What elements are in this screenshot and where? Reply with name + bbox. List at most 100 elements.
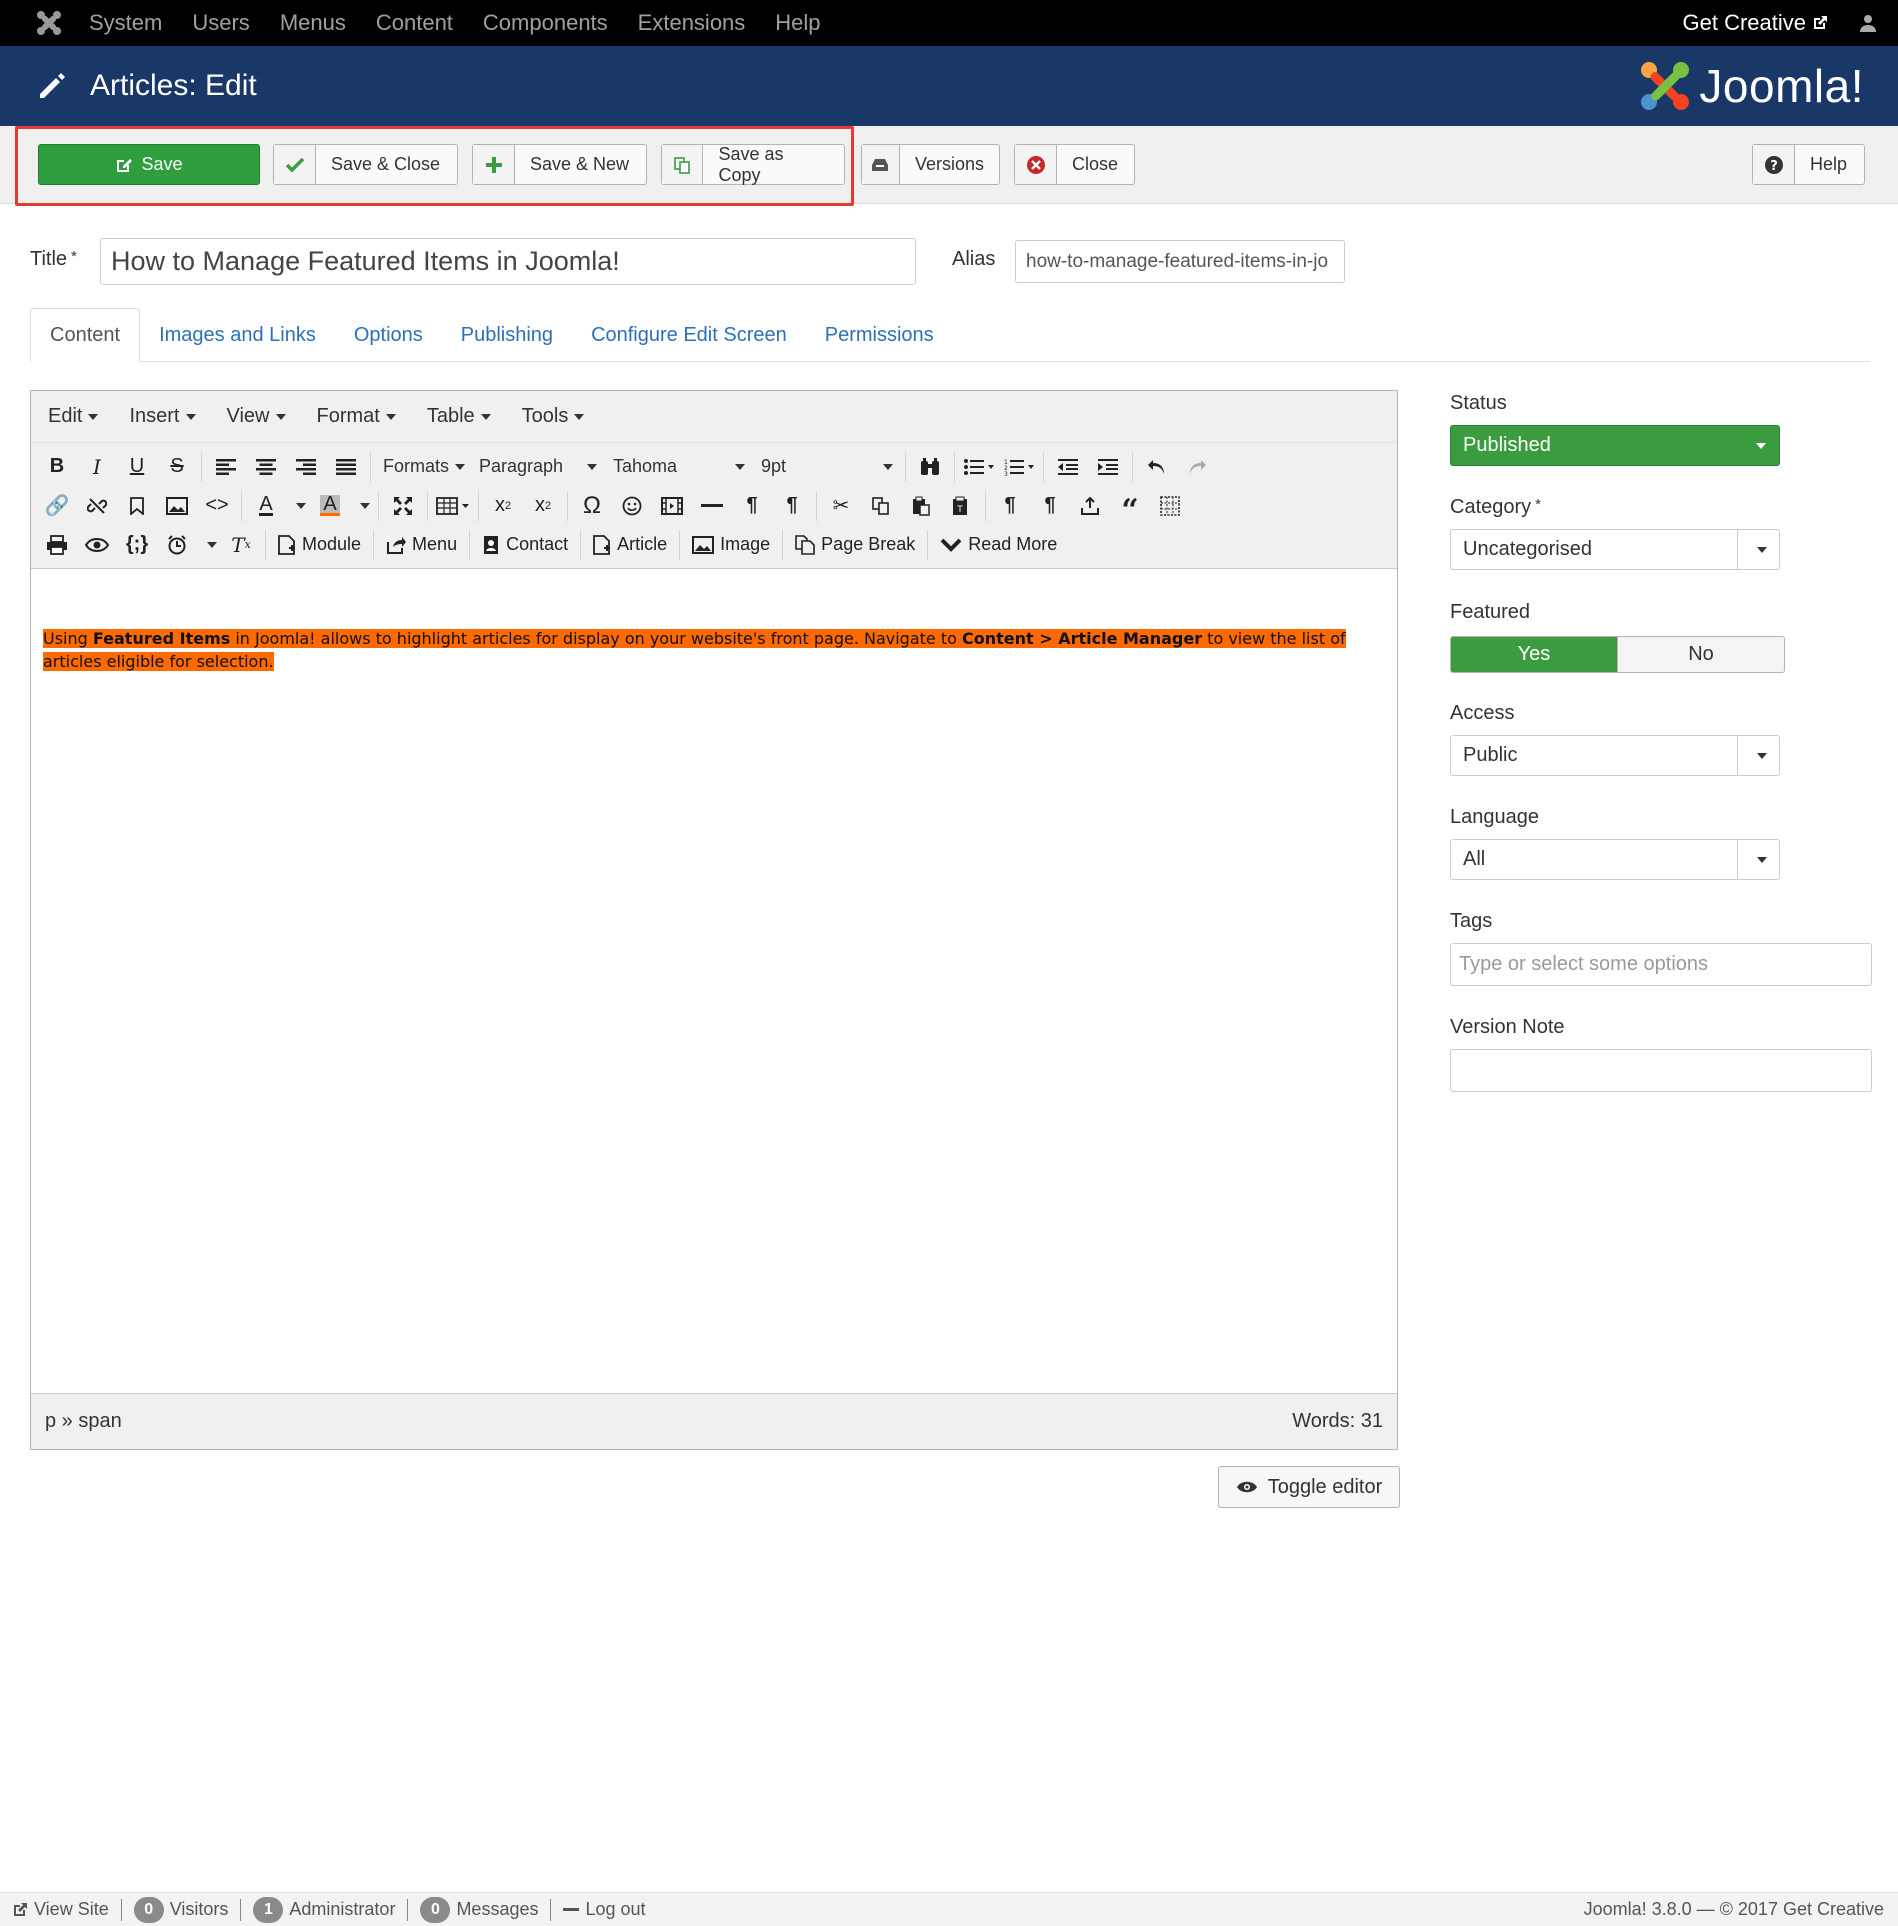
close-button[interactable]: Close bbox=[1014, 144, 1135, 185]
rtl-icon[interactable]: ¶ bbox=[772, 488, 812, 524]
menu-edit[interactable]: Edit bbox=[31, 405, 112, 428]
insert-image-icon[interactable] bbox=[157, 488, 197, 524]
featured-yes-button[interactable]: Yes bbox=[1451, 637, 1617, 672]
visitors-link[interactable]: 0 Visitors bbox=[122, 1896, 241, 1923]
formats-dropdown[interactable]: Formats bbox=[375, 449, 471, 485]
logout-link[interactable]: Log out bbox=[551, 1899, 657, 1920]
menu-view[interactable]: View bbox=[210, 405, 300, 428]
link-icon[interactable]: 🔗 bbox=[37, 488, 77, 524]
save-new-button[interactable]: Save & New bbox=[472, 144, 647, 185]
fullscreen-icon[interactable] bbox=[383, 488, 423, 524]
contact-button[interactable]: Contact bbox=[474, 527, 576, 563]
align-right-icon[interactable] bbox=[286, 449, 326, 485]
editor-content[interactable]: Using Featured Items in Joomla! allows t… bbox=[31, 569, 1397, 1395]
horizontal-rule-icon[interactable] bbox=[692, 488, 732, 524]
save-button[interactable]: Save bbox=[38, 144, 260, 185]
menu-tools[interactable]: Tools bbox=[505, 405, 599, 428]
save-close-button[interactable]: Save & Close bbox=[273, 144, 458, 185]
align-center-icon[interactable] bbox=[246, 449, 286, 485]
nav-users[interactable]: Users bbox=[177, 10, 264, 36]
insert-template-icon[interactable] bbox=[1070, 488, 1110, 524]
tab-publishing[interactable]: Publishing bbox=[442, 308, 572, 362]
view-site-link[interactable]: View Site bbox=[0, 1899, 121, 1920]
media-icon[interactable] bbox=[652, 488, 692, 524]
tab-images-and-links[interactable]: Images and Links bbox=[140, 308, 335, 362]
read-more-button[interactable]: Read More bbox=[932, 527, 1065, 563]
strikethrough-icon[interactable]: S bbox=[157, 449, 197, 485]
featured-no-button[interactable]: No bbox=[1617, 637, 1784, 672]
user-menu-icon[interactable] bbox=[1838, 14, 1898, 32]
font-size-dropdown[interactable]: 9pt bbox=[753, 449, 901, 485]
article-button[interactable]: Article bbox=[585, 527, 675, 563]
bookmark-icon[interactable] bbox=[117, 488, 157, 524]
bullet-list-icon[interactable] bbox=[959, 449, 999, 485]
superscript-icon[interactable]: x2 bbox=[523, 488, 563, 524]
menu-format[interactable]: Format bbox=[300, 405, 410, 428]
indent-icon[interactable] bbox=[1088, 449, 1128, 485]
text-color-caret[interactable] bbox=[286, 488, 310, 524]
align-left-icon[interactable] bbox=[206, 449, 246, 485]
menu-insert[interactable]: Insert bbox=[112, 405, 209, 428]
underline-icon[interactable]: U bbox=[117, 449, 157, 485]
versions-button[interactable]: Versions bbox=[861, 144, 1000, 185]
undo-icon[interactable] bbox=[1137, 449, 1177, 485]
menu-button[interactable]: Menu bbox=[378, 527, 465, 563]
paste-icon[interactable] bbox=[901, 488, 941, 524]
table-icon[interactable] bbox=[432, 488, 474, 524]
joomla-menu-icon[interactable] bbox=[24, 0, 74, 46]
cut-icon[interactable]: ✂ bbox=[821, 488, 861, 524]
nav-extensions[interactable]: Extensions bbox=[623, 10, 761, 36]
version-note-input[interactable] bbox=[1450, 1049, 1872, 1092]
paragraph-dropdown[interactable]: Paragraph bbox=[471, 449, 605, 485]
element-path[interactable]: p » span bbox=[45, 1410, 122, 1433]
ltr-icon[interactable]: ¶ bbox=[732, 488, 772, 524]
administrator-link[interactable]: 1 Administrator bbox=[241, 1896, 407, 1923]
subscript-icon[interactable]: x2 bbox=[483, 488, 523, 524]
blockquote-icon[interactable]: “ bbox=[1110, 488, 1150, 525]
font-family-dropdown[interactable]: Tahoma bbox=[605, 449, 753, 485]
numbered-list-icon[interactable]: 123 bbox=[999, 449, 1039, 485]
nav-help[interactable]: Help bbox=[760, 10, 835, 36]
nav-system[interactable]: System bbox=[74, 10, 177, 36]
tags-input[interactable]: Type or select some options bbox=[1450, 943, 1872, 986]
preview-eye-icon[interactable] bbox=[77, 527, 117, 563]
find-replace-icon[interactable] bbox=[910, 449, 950, 485]
show-blocks-icon[interactable]: ¶ bbox=[990, 488, 1030, 524]
bold-icon[interactable]: B bbox=[37, 449, 77, 485]
visual-aid-icon[interactable] bbox=[1150, 488, 1190, 524]
nav-content[interactable]: Content bbox=[361, 10, 468, 36]
unlink-icon[interactable] bbox=[77, 488, 117, 524]
get-creative-link[interactable]: Get Creative bbox=[1683, 10, 1829, 36]
emoticon-icon[interactable] bbox=[612, 488, 652, 524]
tab-permissions[interactable]: Permissions bbox=[806, 308, 953, 362]
italic-icon[interactable]: I bbox=[77, 449, 117, 485]
text-color-icon[interactable]: A bbox=[246, 488, 286, 524]
category-select[interactable]: Uncategorised bbox=[1450, 529, 1780, 570]
redo-icon[interactable] bbox=[1177, 449, 1217, 485]
tab-content[interactable]: Content bbox=[30, 308, 141, 363]
menu-table[interactable]: Table bbox=[410, 405, 505, 428]
special-character-icon[interactable]: Ω bbox=[572, 488, 612, 524]
nav-components[interactable]: Components bbox=[468, 10, 623, 36]
nav-menus[interactable]: Menus bbox=[265, 10, 361, 36]
access-select[interactable]: Public bbox=[1450, 735, 1780, 776]
source-code-icon[interactable]: {;} bbox=[117, 527, 157, 563]
alias-input[interactable]: how-to-manage-featured-items-in-jo bbox=[1015, 240, 1345, 283]
save-as-copy-button[interactable]: Save as Copy bbox=[661, 144, 845, 185]
help-button[interactable]: ? Help bbox=[1752, 144, 1865, 185]
background-color-icon[interactable]: A bbox=[310, 488, 350, 524]
copy-format-icon[interactable] bbox=[861, 488, 901, 524]
code-icon[interactable]: <> bbox=[197, 488, 237, 524]
insert-datetime-icon[interactable] bbox=[157, 527, 197, 563]
page-break-button[interactable]: Page Break bbox=[787, 527, 923, 563]
image-button[interactable]: Image bbox=[684, 527, 778, 563]
tab-configure-edit-screen[interactable]: Configure Edit Screen bbox=[572, 308, 806, 362]
visual-chars-icon[interactable]: ¶ bbox=[1030, 488, 1070, 524]
outdent-icon[interactable] bbox=[1048, 449, 1088, 485]
print-icon[interactable] bbox=[37, 527, 77, 563]
background-color-caret[interactable] bbox=[350, 488, 374, 524]
language-select[interactable]: All bbox=[1450, 839, 1780, 880]
title-input[interactable]: How to Manage Featured Items in Joomla! bbox=[100, 238, 916, 285]
paste-text-icon[interactable]: T bbox=[941, 488, 981, 524]
datetime-caret[interactable] bbox=[197, 527, 221, 563]
